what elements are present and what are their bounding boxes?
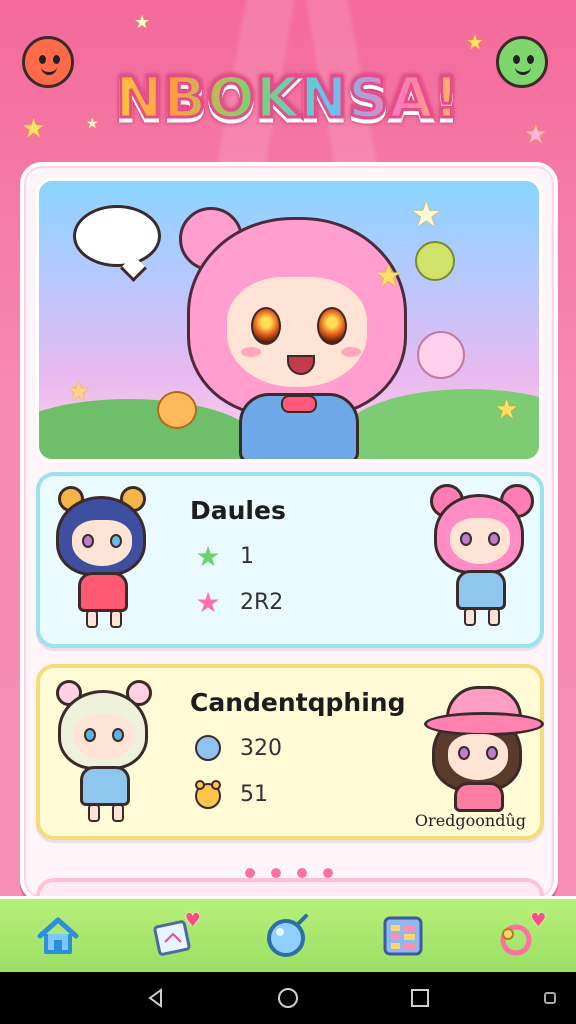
screenshot-indicator-icon xyxy=(544,992,556,1004)
card-title: Daules xyxy=(190,496,286,525)
nav-menu-button[interactable] xyxy=(375,908,431,964)
stat-row: ★ 2R2 xyxy=(190,584,283,620)
stat-value: 1 xyxy=(240,543,254,569)
green-mascot-icon xyxy=(496,36,548,88)
grid-menu-icon xyxy=(383,916,423,955)
hero-illustration[interactable]: ★ ★ ★ ★ xyxy=(36,178,542,462)
star-icon: ★ xyxy=(524,120,548,150)
recents-button[interactable] xyxy=(406,984,434,1012)
main-panel: ★ ★ ★ ★ Daules ★ 1 ★ 2R2 Candentqphing 3… xyxy=(20,162,558,908)
stat-value: 320 xyxy=(240,735,282,761)
bottom-navigation: ♥ ♥ xyxy=(0,896,576,972)
character-portrait-pink-hair xyxy=(426,484,536,634)
home-system-button[interactable] xyxy=(274,984,302,1012)
nav-photo-button[interactable]: ♥ xyxy=(145,908,201,964)
mirror-icon xyxy=(266,913,308,957)
back-triangle-icon xyxy=(148,988,162,1008)
pink-star-icon: ★ xyxy=(195,585,221,619)
star-icon: ★ xyxy=(134,12,151,33)
home-icon xyxy=(37,917,79,954)
app-title: NBOKNSA! xyxy=(96,56,480,140)
star-icon: ★ xyxy=(466,30,484,54)
character-portrait-hat xyxy=(424,682,544,832)
speech-bubble-icon xyxy=(73,205,161,267)
character-card[interactable]: Candentqphing 320 51 Oredgoondûg xyxy=(36,664,544,840)
red-mascot-icon xyxy=(22,36,74,88)
blue-orb-icon xyxy=(190,730,226,766)
system-navigation-bar xyxy=(0,972,576,1024)
back-button[interactable] xyxy=(142,984,170,1012)
heart-badge-icon: ♥ xyxy=(530,909,547,931)
yellow-creature-icon xyxy=(190,776,226,812)
hero-character: ★ xyxy=(169,207,429,459)
character-card[interactable]: Daules ★ 1 ★ 2R2 xyxy=(36,472,544,648)
signature: Oredgoondûg xyxy=(414,811,526,830)
nav-home-button[interactable] xyxy=(30,908,86,964)
stat-row: 320 xyxy=(190,730,282,766)
stat-row: ★ 1 xyxy=(190,538,254,574)
stat-value: 51 xyxy=(240,781,268,807)
star-icon: ★ xyxy=(495,395,519,425)
star-icon: ★ xyxy=(67,377,91,407)
stat-row: 51 xyxy=(190,776,268,812)
nav-mirror-button[interactable] xyxy=(260,908,316,964)
character-portrait-blue-hair xyxy=(48,486,158,636)
star-icon: ★ xyxy=(22,114,46,144)
green-star-icon: ★ xyxy=(195,539,221,573)
home-circle-icon xyxy=(278,988,298,1008)
recents-square-icon xyxy=(411,989,429,1007)
character-portrait-white-hair xyxy=(50,680,160,830)
card-title: Candentqphing xyxy=(190,688,406,717)
nav-ring-button[interactable]: ♥ xyxy=(490,908,546,964)
stat-value: 2R2 xyxy=(240,589,284,615)
heart-badge-icon: ♥ xyxy=(184,909,201,931)
